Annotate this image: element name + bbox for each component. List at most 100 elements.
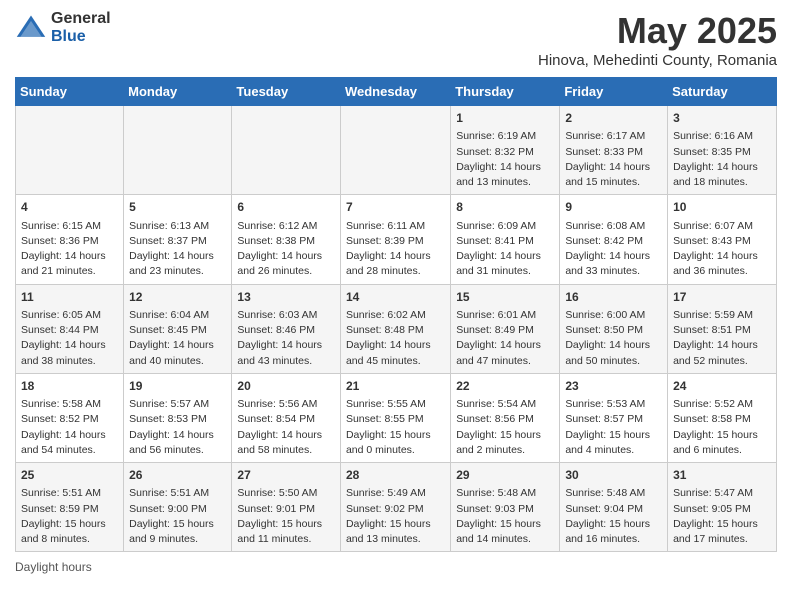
day-number: 24 xyxy=(673,378,771,395)
col-header-wednesday: Wednesday xyxy=(340,78,450,106)
day-number: 3 xyxy=(673,110,771,127)
day-info: Sunrise: 6:03 AM Sunset: 8:46 PM Dayligh… xyxy=(237,308,335,369)
day-number: 9 xyxy=(565,199,662,216)
calendar-cell: 4 Sunrise: 6:15 AM Sunset: 8:36 PM Daylig… xyxy=(16,195,124,284)
calendar-cell: 8Sunrise: 6:09 AM Sunset: 8:41 PM Daylig… xyxy=(451,195,560,284)
day-number: 29 xyxy=(456,467,554,484)
calendar-cell: 27 Sunrise: 5:50 AM Sunset: 9:01 PM Dayli… xyxy=(232,463,341,552)
day-number: 5 xyxy=(129,199,226,216)
calendar-cell: 7Sunrise: 6:11 AM Sunset: 8:39 PM Daylig… xyxy=(340,195,450,284)
day-info: Sunrise: 5:48 AM Sunset: 9:03 PM Dayligh… xyxy=(456,486,554,547)
day-number: 21 xyxy=(346,378,445,395)
day-info: Sunrise: 6:01 AM Sunset: 8:49 PM Dayligh… xyxy=(456,308,554,369)
day-info: Sunrise: 6:07 AM Sunset: 8:43 PM Dayligh… xyxy=(673,219,771,280)
day-info: Sunrise: 5:56 AM Sunset: 8:54 PM Dayligh… xyxy=(237,397,335,458)
day-number: 12 xyxy=(129,289,226,306)
calendar-cell xyxy=(232,106,341,195)
calendar-cell: 16 Sunrise: 6:00 AM Sunset: 8:50 PM Dayli… xyxy=(560,284,668,373)
day-number: 16 xyxy=(565,289,662,306)
week-row-5: 25Sunrise: 5:51 AM Sunset: 8:59 PM Dayli… xyxy=(16,463,777,552)
calendar-title: May 2025 xyxy=(538,10,777,52)
calendar-cell: 10 Sunrise: 6:07 AM Sunset: 8:43 PM Dayli… xyxy=(668,195,777,284)
day-info: Sunrise: 5:58 AM Sunset: 8:52 PM Dayligh… xyxy=(21,397,118,458)
week-row-4: 18 Sunrise: 5:58 AM Sunset: 8:52 PM Dayli… xyxy=(16,373,777,462)
daylight-label: Daylight hours xyxy=(15,560,92,574)
day-number: 18 xyxy=(21,378,118,395)
calendar-cell: 6 Sunrise: 6:12 AM Sunset: 8:38 PM Daylig… xyxy=(232,195,341,284)
calendar-cell: 15 Sunrise: 6:01 AM Sunset: 8:49 PM Dayli… xyxy=(451,284,560,373)
day-number: 13 xyxy=(237,289,335,306)
col-header-monday: Monday xyxy=(124,78,232,106)
logo: General Blue xyxy=(15,10,111,45)
day-info: Sunrise: 6:00 AM Sunset: 8:50 PM Dayligh… xyxy=(565,308,662,369)
calendar-cell: 22 Sunrise: 5:54 AM Sunset: 8:56 PM Dayli… xyxy=(451,373,560,462)
calendar-cell: 19 Sunrise: 5:57 AM Sunset: 8:53 PM Dayli… xyxy=(124,373,232,462)
day-number: 23 xyxy=(565,378,662,395)
day-info: Sunrise: 6:09 AM Sunset: 8:41 PM Dayligh… xyxy=(456,219,554,280)
day-number: 27 xyxy=(237,467,335,484)
day-number: 19 xyxy=(129,378,226,395)
footer: Daylight hours xyxy=(15,560,777,574)
col-header-tuesday: Tuesday xyxy=(232,78,341,106)
day-number: 15 xyxy=(456,289,554,306)
calendar-cell: 26 Sunrise: 5:51 AM Sunset: 9:00 PM Dayli… xyxy=(124,463,232,552)
day-info: Sunrise: 5:50 AM Sunset: 9:01 PM Dayligh… xyxy=(237,486,335,547)
day-info: Sunrise: 6:13 AM Sunset: 8:37 PM Dayligh… xyxy=(129,219,226,280)
day-info: Sunrise: 6:16 AM Sunset: 8:35 PM Dayligh… xyxy=(673,129,771,190)
day-info: Sunrise: 6:02 AM Sunset: 8:48 PM Dayligh… xyxy=(346,308,445,369)
day-number: 20 xyxy=(237,378,335,395)
day-info: Sunrise: 6:12 AM Sunset: 8:38 PM Dayligh… xyxy=(237,219,335,280)
calendar-cell xyxy=(340,106,450,195)
day-number: 1 xyxy=(456,110,554,127)
calendar-cell: 25Sunrise: 5:51 AM Sunset: 8:59 PM Dayli… xyxy=(16,463,124,552)
day-number: 17 xyxy=(673,289,771,306)
day-info: Sunrise: 6:04 AM Sunset: 8:45 PM Dayligh… xyxy=(129,308,226,369)
week-row-3: 11 Sunrise: 6:05 AM Sunset: 8:44 PM Dayli… xyxy=(16,284,777,373)
day-number: 30 xyxy=(565,467,662,484)
day-info: Sunrise: 6:05 AM Sunset: 8:44 PM Dayligh… xyxy=(21,308,118,369)
calendar-cell: 14Sunrise: 6:02 AM Sunset: 8:48 PM Dayli… xyxy=(340,284,450,373)
day-number: 10 xyxy=(673,199,771,216)
calendar-cell: 23 Sunrise: 5:53 AM Sunset: 8:57 PM Dayli… xyxy=(560,373,668,462)
day-info: Sunrise: 5:51 AM Sunset: 9:00 PM Dayligh… xyxy=(129,486,226,547)
day-info: Sunrise: 5:51 AM Sunset: 8:59 PM Dayligh… xyxy=(21,486,118,547)
day-info: Sunrise: 6:08 AM Sunset: 8:42 PM Dayligh… xyxy=(565,219,662,280)
col-header-sunday: Sunday xyxy=(16,78,124,106)
day-info: Sunrise: 5:54 AM Sunset: 8:56 PM Dayligh… xyxy=(456,397,554,458)
week-row-2: 4 Sunrise: 6:15 AM Sunset: 8:36 PM Daylig… xyxy=(16,195,777,284)
calendar-cell: 31Sunrise: 5:47 AM Sunset: 9:05 PM Dayli… xyxy=(668,463,777,552)
day-number: 22 xyxy=(456,378,554,395)
day-info: Sunrise: 6:15 AM Sunset: 8:36 PM Dayligh… xyxy=(21,219,118,280)
col-header-thursday: Thursday xyxy=(451,78,560,106)
calendar-cell: 20 Sunrise: 5:56 AM Sunset: 8:54 PM Dayli… xyxy=(232,373,341,462)
day-info: Sunrise: 5:59 AM Sunset: 8:51 PM Dayligh… xyxy=(673,308,771,369)
calendar-cell: 5 Sunrise: 6:13 AM Sunset: 8:37 PM Daylig… xyxy=(124,195,232,284)
page-header: General Blue May 2025 Hinova, Mehedinti … xyxy=(15,10,777,69)
col-header-saturday: Saturday xyxy=(668,78,777,106)
day-info: Sunrise: 5:53 AM Sunset: 8:57 PM Dayligh… xyxy=(565,397,662,458)
calendar-cell xyxy=(124,106,232,195)
day-info: Sunrise: 5:57 AM Sunset: 8:53 PM Dayligh… xyxy=(129,397,226,458)
calendar-cell: 17 Sunrise: 5:59 AM Sunset: 8:51 PM Dayli… xyxy=(668,284,777,373)
day-info: Sunrise: 6:11 AM Sunset: 8:39 PM Dayligh… xyxy=(346,219,445,280)
logo-general: General xyxy=(51,10,111,28)
calendar-cell: 2Sunrise: 6:17 AM Sunset: 8:33 PM Daylig… xyxy=(560,106,668,195)
calendar-cell: 9 Sunrise: 6:08 AM Sunset: 8:42 PM Daylig… xyxy=(560,195,668,284)
day-info: Sunrise: 5:48 AM Sunset: 9:04 PM Dayligh… xyxy=(565,486,662,547)
day-info: Sunrise: 5:55 AM Sunset: 8:55 PM Dayligh… xyxy=(346,397,445,458)
calendar-cell: 24Sunrise: 5:52 AM Sunset: 8:58 PM Dayli… xyxy=(668,373,777,462)
calendar-cell xyxy=(16,106,124,195)
header-row: SundayMondayTuesdayWednesdayThursdayFrid… xyxy=(16,78,777,106)
calendar-cell: 29 Sunrise: 5:48 AM Sunset: 9:03 PM Dayli… xyxy=(451,463,560,552)
day-number: 2 xyxy=(565,110,662,127)
calendar-cell: 18 Sunrise: 5:58 AM Sunset: 8:52 PM Dayli… xyxy=(16,373,124,462)
day-number: 6 xyxy=(237,199,335,216)
day-number: 4 xyxy=(21,199,118,216)
day-number: 11 xyxy=(21,289,118,306)
logo-text: General Blue xyxy=(51,10,111,45)
calendar-cell: 11 Sunrise: 6:05 AM Sunset: 8:44 PM Dayli… xyxy=(16,284,124,373)
calendar-cell: 1Sunrise: 6:19 AM Sunset: 8:32 PM Daylig… xyxy=(451,106,560,195)
logo-icon xyxy=(15,12,47,44)
day-info: Sunrise: 5:49 AM Sunset: 9:02 PM Dayligh… xyxy=(346,486,445,547)
day-number: 26 xyxy=(129,467,226,484)
